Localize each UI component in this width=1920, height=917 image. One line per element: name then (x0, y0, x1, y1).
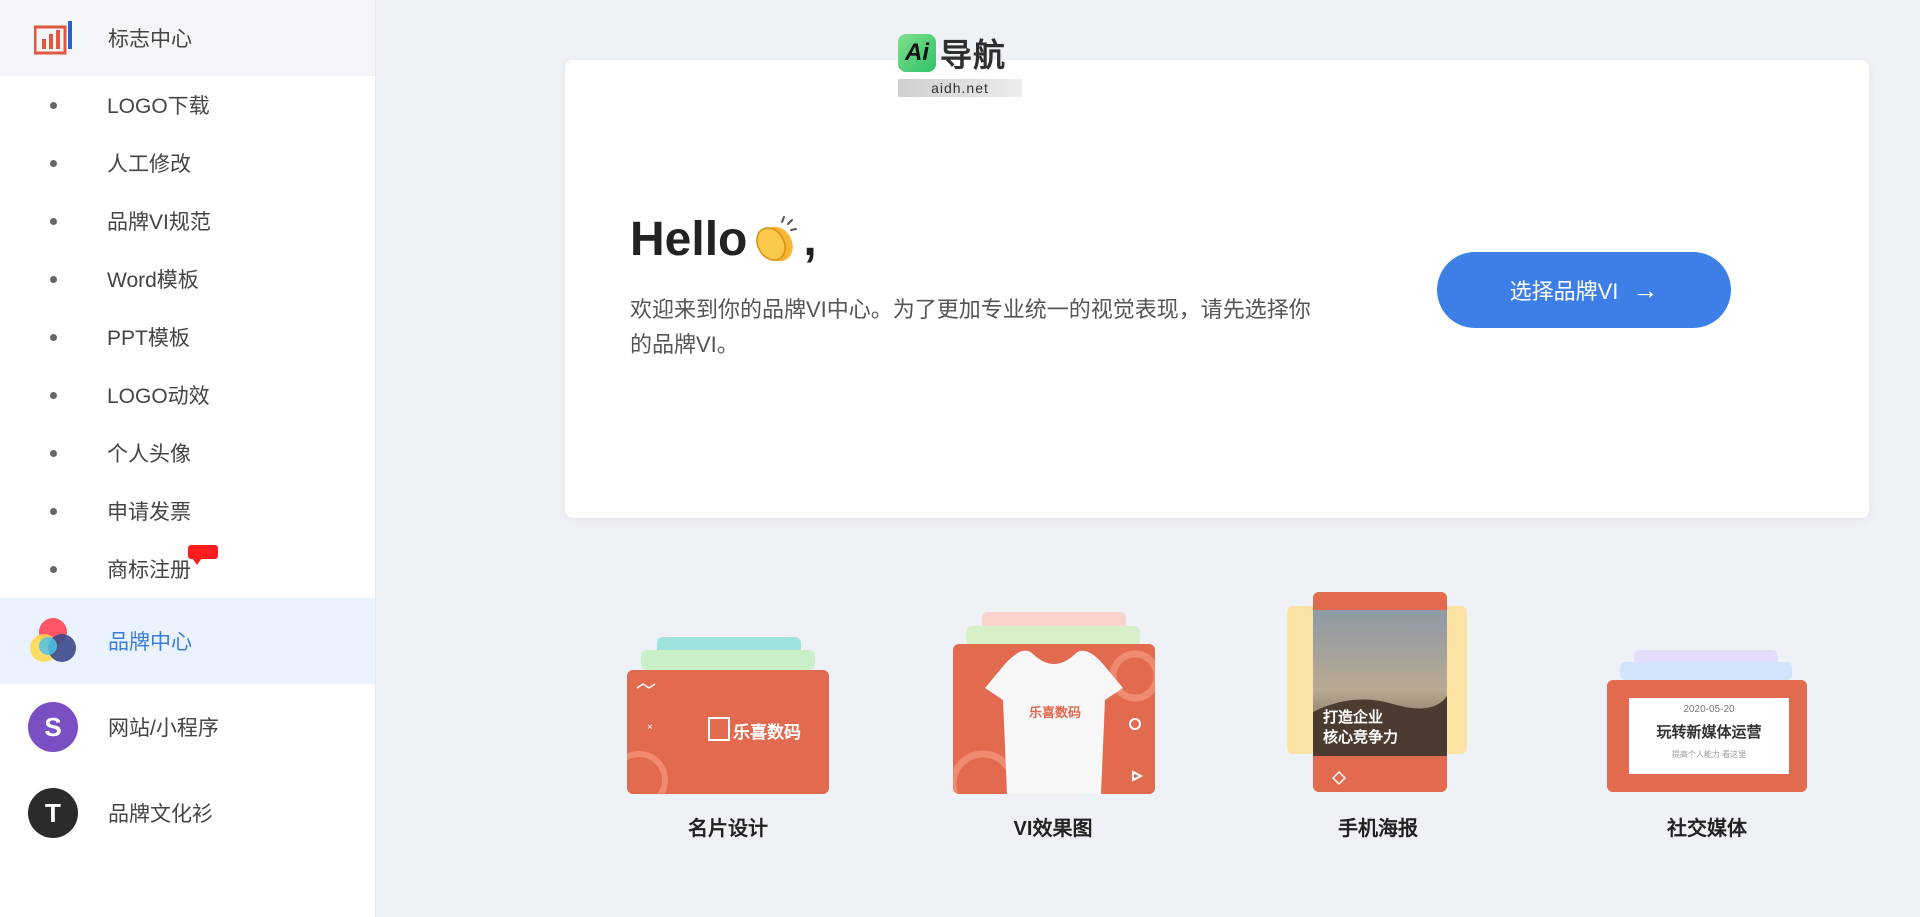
business-card-brand: 乐喜数码 (733, 723, 801, 742)
sidebar-item-label: 品牌VI规范 (107, 211, 211, 234)
tile-caption: VI效果图 (1013, 818, 1093, 840)
sidebar-item-label: LOGO动效 (107, 385, 210, 408)
aidh-watermark: Ai 导航 aidh.net (898, 30, 1022, 97)
sidebar-item-label: 个人头像 (107, 443, 191, 466)
bullet-icon (50, 449, 57, 457)
sidebar-item-brand-vi[interactable]: 品牌VI规范 (0, 192, 375, 250)
social-sub: 提高个人能力 看这里 (1671, 750, 1747, 759)
sidebar-item-word-template[interactable]: Word模板 (0, 250, 375, 308)
sidebar-item-logo-animation[interactable]: LOGO动效 (0, 366, 375, 424)
sidebar-item-brand-center[interactable]: 品牌中心 (0, 598, 375, 684)
phone-poster-preview: 打造企业 核心竞争力 (1313, 592, 1447, 792)
bullet-icon (50, 565, 57, 573)
sidebar-item-label: 申请发票 (107, 501, 191, 524)
sidebar-item-logo-center[interactable]: 标志中心 (0, 0, 375, 76)
choose-brand-vi-button[interactable]: 选择品牌VI → (1437, 252, 1731, 328)
cta-label: 选择品牌VI (1509, 279, 1619, 304)
hello-comma: , (803, 213, 817, 266)
hello-text: Hello (630, 213, 748, 266)
welcome-title: Hello , (630, 212, 817, 267)
tile-business-card[interactable]: × 乐喜数码 名片设计 (623, 620, 833, 880)
sidebar-item-logo-download[interactable]: LOGO下载 (0, 76, 375, 134)
bullet-icon (50, 333, 57, 341)
welcome-description: 欢迎来到你的品牌VI中心。为了更加专业统一的视觉表现，请先选择你的品牌VI。 (630, 297, 1311, 357)
tile-social-media[interactable]: 2020-05-20 玩转新媒体运营 提高个人能力 看这里 社交媒体 (1602, 638, 1812, 898)
tile-caption: 社交媒体 (1667, 818, 1747, 840)
new-badge (188, 545, 218, 565)
watermark-url: aidh.net (898, 79, 1022, 97)
sidebar-item-avatar[interactable]: 个人头像 (0, 424, 375, 482)
sidebar-item-website[interactable]: S 网站/小程序 (0, 684, 375, 770)
stack-layer (966, 626, 1140, 646)
color-circles-icon (28, 616, 78, 666)
welcome-card: Hello , 欢迎来到你的品牌VI中心。为了更加专业统一的视觉表现，请先选择你… (565, 60, 1869, 518)
bullet-icon (50, 159, 57, 167)
sidebar-main-label: 品牌中心 (108, 631, 192, 654)
sidebar-item-label: PPT模板 (107, 327, 190, 350)
sidebar-main-label: 品牌文化衫 (108, 803, 213, 826)
sidebar-submenu: LOGO下载 人工修改 品牌VI规范 Word模板 PPT模板 LOGO动效 个… (0, 76, 375, 598)
business-card-preview: × 乐喜数码 (627, 670, 829, 794)
vi-mockup-preview: 乐喜数码 (953, 644, 1155, 794)
social-media-preview: 2020-05-20 玩转新媒体运营 提高个人能力 看这里 (1607, 680, 1807, 792)
social-headline: 玩转新媒体运营 (1656, 724, 1762, 741)
sidebar-item-label: 人工修改 (107, 153, 191, 176)
bullet-icon (50, 275, 57, 283)
sidebar-item-manual-edit[interactable]: 人工修改 (0, 134, 375, 192)
bullet-icon (50, 217, 57, 225)
sidebar-item-trademark[interactable]: 商标注册 (0, 540, 375, 598)
bullet-icon (50, 391, 57, 399)
sidebar-item-label: 商标注册 (107, 559, 191, 582)
watermark-title: 导航 (940, 37, 1007, 73)
t-letter-icon: T (28, 788, 78, 838)
sidebar-item-invoice[interactable]: 申请发票 (0, 482, 375, 540)
tile-vi-mockup[interactable]: 乐喜数码 VI效果图 (948, 606, 1158, 866)
tile-phone-poster[interactable]: 打造企业 核心竞争力 手机海报 (1273, 590, 1483, 850)
social-media-panel: 2020-05-20 玩转新媒体运营 提高个人能力 看这里 (1629, 698, 1789, 774)
s-letter-icon: S (28, 702, 78, 752)
bullet-icon (50, 101, 57, 109)
bar-chart-icon (34, 21, 72, 55)
svg-text:×: × (647, 722, 653, 733)
sidebar-item-culture-shirt[interactable]: T 品牌文化衫 (0, 770, 375, 856)
sidebar-main-label: 网站/小程序 (108, 717, 219, 740)
poster-line1: 打造企业 (1323, 709, 1384, 726)
sidebar-item-label: LOGO下载 (107, 95, 210, 118)
sidebar-item-label: Word模板 (107, 269, 199, 292)
ai-logo-icon: Ai (898, 34, 936, 72)
tile-caption: 名片设计 (688, 818, 768, 840)
sidebar-top-label: 标志中心 (108, 28, 192, 51)
tshirt-brand: 乐喜数码 (1029, 705, 1082, 720)
social-date: 2020-05-20 (1683, 704, 1735, 715)
poster-line2: 核心竞争力 (1323, 729, 1399, 746)
stack-layer (1620, 662, 1792, 680)
sidebar-item-ppt-template[interactable]: PPT模板 (0, 308, 375, 366)
bullet-icon (50, 507, 57, 515)
poster-art (1313, 610, 1447, 786)
sidebar: 标志中心 LOGO下载 人工修改 品牌VI规范 Word模板 PPT模板 LOG… (0, 0, 376, 917)
stack-layer (641, 650, 815, 670)
arrow-right-icon: → (1632, 274, 1659, 305)
tile-caption: 手机海报 (1338, 818, 1418, 840)
clapping-hands-icon (756, 215, 798, 261)
